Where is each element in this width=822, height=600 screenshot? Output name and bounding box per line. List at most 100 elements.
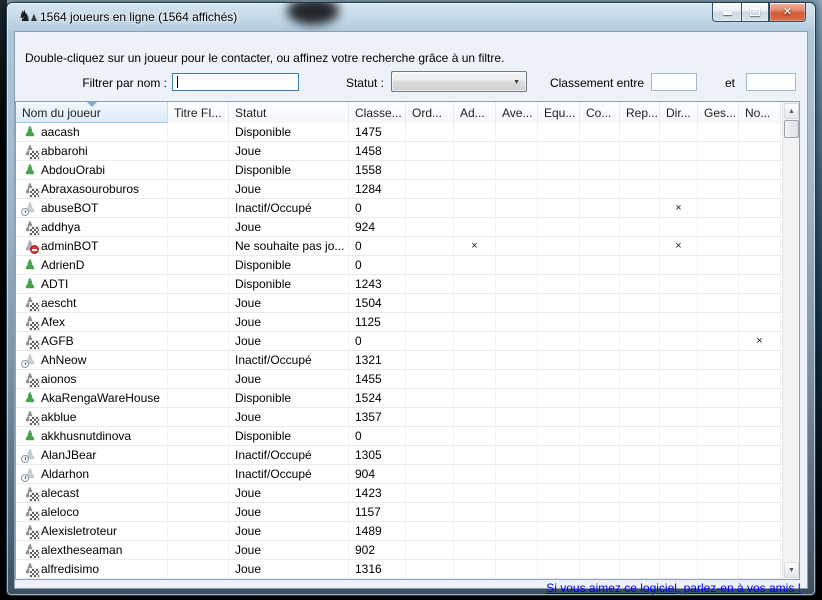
scroll-down-button[interactable]: ▼ <box>784 562 799 578</box>
player-row[interactable]: ♟AlanJBearInactif/Occupé1305 <box>16 446 782 465</box>
cell-status: Disponible <box>229 427 349 445</box>
player-row[interactable]: ♟aionosJoue1455 <box>16 370 782 389</box>
player-row[interactable]: ♟addhyaJoue924 <box>16 218 782 237</box>
column-header-no[interactable]: No... <box>739 102 781 123</box>
player-row[interactable]: ♟akkhusnutdinovaDisponible0 <box>16 427 782 446</box>
player-row[interactable]: ♟akblueJoue1357 <box>16 408 782 427</box>
maximize-button[interactable] <box>741 3 769 22</box>
player-row[interactable]: ♟AfexJoue1125 <box>16 313 782 332</box>
column-header-dir[interactable]: Dir... <box>660 102 698 123</box>
cell-ad <box>454 484 496 502</box>
player-row[interactable]: ♟abbarohiJoue1458 <box>16 142 782 161</box>
cell-value-rating: 1504 <box>355 296 382 310</box>
cell-rating: 1357 <box>349 408 406 426</box>
column-header-label: Co... <box>586 106 611 120</box>
instruction-text: Double-cliquez sur un joueur pour le con… <box>25 51 504 65</box>
cell-status: Joue <box>229 370 349 388</box>
player-row[interactable]: ♟adminBOTNe souhaite pas jo...0×× <box>16 237 782 256</box>
player-row[interactable]: ♟AldarhonInactif/Occupé904 <box>16 465 782 484</box>
scrollbar-thumb[interactable] <box>784 120 799 138</box>
player-row[interactable]: ♟aacashDisponible1475 <box>16 123 782 142</box>
cell-ad <box>454 218 496 236</box>
cell-no <box>739 294 781 312</box>
cell-dir <box>660 275 698 293</box>
player-row[interactable]: ♟AGFBJoue0× <box>16 332 782 351</box>
column-header-ave[interactable]: Ave... <box>496 102 538 123</box>
player-row[interactable]: ♟AbdouOrabiDisponible1558 <box>16 161 782 180</box>
cell-rating: 1489 <box>349 522 406 540</box>
close-button[interactable]: ✕ <box>769 3 806 22</box>
cell-value-status: Disponible <box>235 429 291 443</box>
cell-value-rating: 1423 <box>355 486 382 500</box>
cell-name: ♟ADTI <box>16 275 168 293</box>
cell-name: ♟addhya <box>16 218 168 236</box>
cell-ord <box>406 541 454 559</box>
cell-value-status: Disponible <box>235 163 291 177</box>
cell-value-rating: 1243 <box>355 277 382 291</box>
player-row[interactable]: ♟alelocoJoue1157 <box>16 503 782 522</box>
cell-dir <box>660 294 698 312</box>
checkerboard-overlay-icon <box>30 417 39 425</box>
player-row[interactable]: ♟AlexisletroteurJoue1489 <box>16 522 782 541</box>
cell-value-status: Joue <box>235 334 261 348</box>
cell-value-rating: 0 <box>355 239 362 253</box>
cell-ad <box>454 294 496 312</box>
cell-name: ♟aacash <box>16 123 168 141</box>
player-row[interactable]: ♟AkaRengaWareHouseDisponible1524 <box>16 389 782 408</box>
minimize-button[interactable] <box>712 3 741 22</box>
cell-no <box>739 408 781 426</box>
column-header-name[interactable]: Nom du joueur <box>16 102 168 123</box>
pawn-playing-icon: ♟ <box>22 314 38 330</box>
share-link[interactable]: Si vous aimez ce logiciel, parlez-en à v… <box>546 581 801 595</box>
scroll-up-button[interactable]: ▲ <box>784 103 799 119</box>
cell-value-status: Disponible <box>235 258 291 272</box>
window-titlebar[interactable]: ♞♟ 1564 joueurs en ligne (1564 affichés)… <box>7 3 815 31</box>
player-row[interactable]: ♟alfredisimoJoue1316 <box>16 560 782 579</box>
cell-ges <box>698 522 739 540</box>
cell-ord <box>406 389 454 407</box>
player-row[interactable]: ♟AbraxasouroburosJoue1284 <box>16 180 782 199</box>
pawn-playing-icon: ♟ <box>22 333 38 349</box>
column-header-ges[interactable]: Ges... <box>698 102 739 123</box>
player-row[interactable]: ♟aescht Joue 1504 <box>16 294 782 313</box>
rating-min-input[interactable] <box>651 73 697 91</box>
player-row[interactable]: ♟alextheseamanJoue902 <box>16 541 782 560</box>
rating-max-input[interactable] <box>746 73 796 91</box>
cell-status: Joue <box>229 294 349 312</box>
name-filter-input[interactable] <box>172 73 299 91</box>
cell-equ <box>538 389 580 407</box>
player-row[interactable]: ♟AhNeowInactif/Occupé1321 <box>16 351 782 370</box>
column-header-ord[interactable]: Ord... <box>406 102 454 123</box>
column-header-title[interactable]: Titre FI... <box>168 102 229 123</box>
cell-ave <box>496 446 538 464</box>
column-header-rep[interactable]: Rep... <box>620 102 660 123</box>
column-header-label: No... <box>745 106 770 120</box>
player-name: aleloco <box>41 505 79 519</box>
vertical-scrollbar[interactable]: ▲ ▼ <box>782 102 799 579</box>
cell-equ <box>538 161 580 179</box>
player-row[interactable]: ♟ADTI Disponible 1243 <box>16 275 782 294</box>
player-row[interactable]: ♟abuseBOTInactif/Occupé0× <box>16 199 782 218</box>
column-header-status[interactable]: Statut <box>229 102 349 123</box>
cell-rating: 0 <box>349 237 406 255</box>
column-header-label: Titre FI... <box>174 106 222 120</box>
cell-co <box>580 541 620 559</box>
column-header-label: Classe... <box>355 106 402 120</box>
column-header-co[interactable]: Co... <box>580 102 620 123</box>
status-dropdown[interactable]: ▼ <box>391 71 527 92</box>
cell-name: ♟AdrienD <box>16 256 168 274</box>
column-header-rating[interactable]: Classe... <box>349 102 406 123</box>
cell-dir <box>660 446 698 464</box>
column-header-equ[interactable]: Equ... <box>538 102 580 123</box>
cell-ges <box>698 180 739 198</box>
cell-ges <box>698 256 739 274</box>
column-header-ad[interactable]: Ad... <box>454 102 496 123</box>
cell-status: Disponible <box>229 275 349 293</box>
cell-no <box>739 161 781 179</box>
player-row[interactable]: ♟AdrienDDisponible0 <box>16 256 782 275</box>
cell-title <box>168 275 229 293</box>
player-row[interactable]: ♟alecastJoue1423 <box>16 484 782 503</box>
cell-no <box>739 218 781 236</box>
cell-rating: 1423 <box>349 484 406 502</box>
cell-name: ♟aescht <box>16 294 168 312</box>
